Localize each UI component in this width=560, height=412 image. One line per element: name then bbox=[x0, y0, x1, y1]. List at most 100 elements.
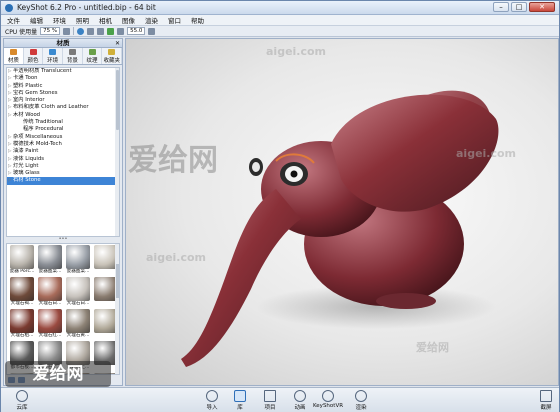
animation-button[interactable]: 动画 bbox=[285, 390, 315, 412]
menu-window[interactable]: 窗口 bbox=[168, 15, 181, 25]
material-thumbnail[interactable]: 大理石白... bbox=[37, 277, 63, 308]
fps-field[interactable]: 55.0 bbox=[127, 27, 146, 35]
expand-arrow-icon[interactable]: ▷ bbox=[8, 156, 11, 163]
tab-1[interactable]: 颜色 bbox=[24, 48, 44, 64]
tree-item[interactable]: 程序 Procedural bbox=[7, 126, 119, 133]
tree-item[interactable]: ▷ 卡通 Toon bbox=[7, 75, 119, 82]
menu-render[interactable]: 渲染 bbox=[145, 15, 158, 25]
project-icon bbox=[264, 390, 276, 402]
expand-arrow-icon[interactable]: ▷ bbox=[8, 104, 11, 111]
expand-arrow-icon[interactable]: ▷ bbox=[8, 134, 11, 141]
material-label: 大理石褐... bbox=[10, 301, 34, 306]
menu-camera[interactable]: 相机 bbox=[99, 15, 112, 25]
tree-item[interactable]: ▷ 杂项 Miscellaneous bbox=[7, 134, 119, 141]
camera-icon[interactable] bbox=[97, 27, 105, 35]
tab-icon bbox=[108, 48, 116, 55]
tab-2[interactable]: 环境 bbox=[43, 48, 64, 64]
elephant-render bbox=[181, 90, 499, 367]
material-label: 瓷器图案... bbox=[38, 269, 62, 274]
title-bar: KeyShot 6.2 Pro - untitled.bip - 64 bit … bbox=[1, 1, 559, 15]
material-thumbnail[interactable]: 大理石白... bbox=[65, 277, 91, 308]
tab-label: 材质 bbox=[7, 57, 19, 64]
material-label: 大理石白... bbox=[66, 301, 90, 306]
tab-0[interactable]: 材质 bbox=[4, 48, 24, 64]
material-label: 瓷器 Porc... bbox=[9, 269, 35, 274]
panel-splitter[interactable]: ••• bbox=[6, 237, 120, 242]
tab-icon bbox=[68, 48, 76, 55]
import-button[interactable]: 导入 bbox=[197, 390, 227, 412]
expand-arrow-icon[interactable]: ▷ bbox=[8, 112, 11, 119]
perspective-icon[interactable] bbox=[107, 27, 115, 35]
library-icon bbox=[234, 390, 246, 402]
material-thumbnail[interactable]: 大理石黄... bbox=[65, 309, 91, 340]
tree-scrollbar[interactable] bbox=[115, 68, 119, 236]
expand-arrow-icon[interactable]: ▷ bbox=[8, 83, 11, 90]
tree-item[interactable]: ▷ 油漆 Paint bbox=[7, 148, 119, 155]
expand-arrow-icon[interactable]: ▷ bbox=[8, 163, 11, 170]
expand-arrow-icon[interactable]: ▷ bbox=[8, 148, 11, 155]
menu-file[interactable]: 文件 bbox=[7, 15, 20, 25]
close-button[interactable]: ✕ bbox=[529, 2, 555, 12]
menu-bar: 文件 编辑 环境 照明 相机 图像 渲染 窗口 帮助 bbox=[1, 15, 559, 26]
expand-arrow-icon[interactable]: ▷ bbox=[8, 177, 11, 184]
tab-4[interactable]: 纹理 bbox=[83, 48, 103, 64]
settings-icon[interactable] bbox=[148, 27, 156, 35]
cloud-button[interactable]: 云库 bbox=[7, 390, 37, 412]
render-viewport[interactable]: 爱给网 aigei.com aigei.com aigei.com 爱给网 bbox=[125, 38, 559, 386]
home-icon[interactable] bbox=[87, 27, 95, 35]
pause-icon[interactable] bbox=[63, 27, 71, 35]
tab-label: 收藏夹 bbox=[103, 57, 120, 64]
tab-5[interactable]: 收藏夹 bbox=[102, 48, 123, 64]
screenshot-icon bbox=[540, 390, 552, 402]
panel-title: 材质 ✕ bbox=[4, 39, 122, 48]
tab-3[interactable]: 背景 bbox=[63, 48, 83, 64]
library-button[interactable]: 库 bbox=[225, 390, 255, 412]
material-thumbnail[interactable]: 瓷器 Porc... bbox=[9, 245, 35, 276]
watermark-domain: aigei.com bbox=[456, 147, 517, 160]
expand-arrow-icon[interactable]: ▷ bbox=[8, 75, 11, 82]
tab-icon bbox=[49, 48, 57, 55]
tree-item[interactable]: ▷ 石材 Stone bbox=[7, 177, 119, 185]
window-title: KeyShot 6.2 Pro - untitled.bip - 64 bit bbox=[17, 3, 156, 12]
expand-arrow-icon[interactable]: ▷ bbox=[8, 90, 11, 97]
menu-edit[interactable]: 编辑 bbox=[30, 15, 43, 25]
panel-tabs: 材质 颜色 环境 背景 纹理 收藏夹 bbox=[4, 48, 123, 65]
material-thumbnails: 瓷器 Porc... 瓷器图案... 瓷器图案... 大理石褐... 大理石白... 大理… bbox=[6, 243, 120, 375]
grid-icon[interactable] bbox=[117, 27, 125, 35]
maximize-button[interactable]: □ bbox=[511, 2, 527, 12]
tab-icon bbox=[88, 48, 96, 55]
tree-item[interactable]: ▷ 布料和皮革 Cloth and Leather bbox=[7, 104, 119, 111]
expand-arrow-icon[interactable]: ▷ bbox=[8, 97, 11, 104]
app-window: KeyShot 6.2 Pro - untitled.bip - 64 bit … bbox=[0, 0, 560, 412]
vr-button[interactable]: KeyShotVR bbox=[313, 390, 343, 412]
material-thumbnail[interactable]: 大理石粗... bbox=[9, 309, 35, 340]
tree-item[interactable]: ▷ 塑料 Plastic bbox=[7, 83, 119, 90]
watermark-domain: aigei.com bbox=[146, 251, 207, 264]
watermark-brand: 爱给网 bbox=[416, 341, 449, 354]
menu-help[interactable]: 帮助 bbox=[191, 15, 204, 25]
expand-arrow-icon[interactable]: ▷ bbox=[8, 68, 11, 75]
expand-arrow-icon[interactable]: ▷ bbox=[8, 141, 11, 148]
render-button[interactable]: 渲染 bbox=[346, 390, 376, 412]
screenshot-button[interactable]: 截屏 bbox=[531, 390, 560, 412]
watermark-brand: 爱给网 bbox=[128, 143, 218, 178]
menu-lighting[interactable]: 照明 bbox=[76, 15, 89, 25]
minimize-button[interactable]: – bbox=[493, 2, 509, 12]
tree-item[interactable]: ▷ 液体 Liquids bbox=[7, 156, 119, 163]
material-thumbnail[interactable]: 大理石褐... bbox=[9, 277, 35, 308]
material-thumbnail[interactable]: 瓷器图案... bbox=[37, 245, 63, 276]
menu-environment[interactable]: 环境 bbox=[53, 15, 66, 25]
material-thumbnail[interactable]: 瓷器图案... bbox=[65, 245, 91, 276]
material-thumbnail[interactable]: 大理石红... bbox=[37, 309, 63, 340]
tree-item[interactable]: ▷ 木材 Wood bbox=[7, 112, 119, 119]
project-button[interactable]: 项目 bbox=[255, 390, 285, 412]
refresh-icon[interactable] bbox=[77, 27, 85, 35]
expand-arrow-icon[interactable]: ▷ bbox=[8, 170, 11, 177]
import-icon bbox=[206, 390, 218, 402]
render-icon bbox=[355, 390, 367, 402]
menu-image[interactable]: 图像 bbox=[122, 15, 135, 25]
cpu-usage-select[interactable]: 75 % bbox=[40, 27, 61, 35]
panel-close-icon[interactable]: ✕ bbox=[115, 39, 120, 48]
cpu-usage-label: CPU 使用量 bbox=[5, 28, 38, 36]
thumbnails-scrollbar[interactable] bbox=[115, 244, 119, 374]
